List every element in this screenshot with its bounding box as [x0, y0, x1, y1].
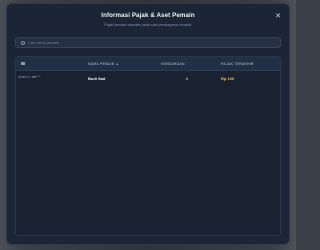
player-name: Budi Sad — [88, 75, 106, 81]
column-header-name[interactable]: NAMA PEMAIN ▲ — [88, 62, 119, 66]
column-header-vehicles[interactable]: KENDARAAN — [161, 62, 185, 66]
modal-title: Informasi Pajak & Aset Pemain — [101, 12, 195, 19]
table-header: NAMA PEMAIN ▲ KENDARAAN PAJAK TERAKHIR — [16, 57, 280, 71]
players-table: NAMA PEMAIN ▲ KENDARAAN PAJAK TERAKHIR c… — [15, 56, 281, 236]
table-row[interactable]: char1:a6** Budi Sad 0 Rp 100 — [16, 72, 280, 84]
menu-icon[interactable] — [21, 61, 25, 66]
vehicle-count: 0 — [185, 75, 188, 81]
search-input[interactable] — [28, 38, 273, 47]
search-bar[interactable] — [15, 37, 281, 48]
column-header-last-tax[interactable]: PAJAK TERAKHIR — [221, 62, 254, 66]
modal-subtitle: Pajak tercatat otomatis pada saat pembay… — [104, 23, 192, 27]
last-tax-value: Rp 100 — [221, 75, 235, 81]
player-id: char1:a6** — [18, 75, 41, 80]
search-icon — [21, 40, 25, 45]
close-icon[interactable]: ✕ — [274, 13, 282, 21]
tax-info-modal: Informasi Pajak & Aset Pemain Pajak terc… — [6, 3, 290, 245]
